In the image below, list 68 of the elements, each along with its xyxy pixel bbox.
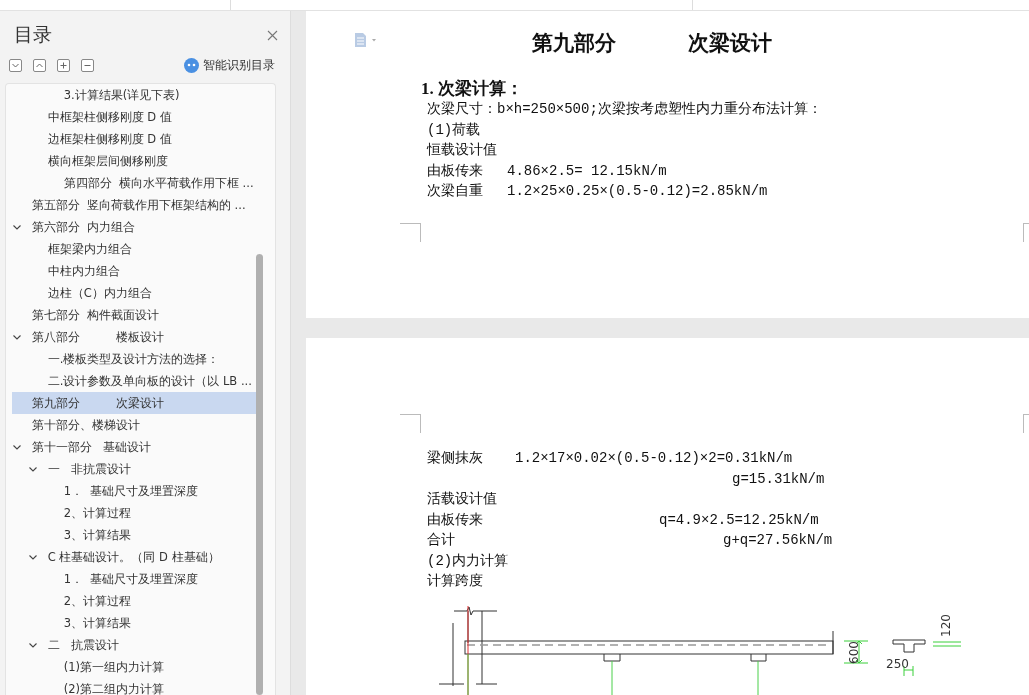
- toc-item[interactable]: 第五部分 竖向荷载作用下框架结构的 ...: [12, 194, 257, 216]
- body-text: 恒载设计值: [427, 141, 497, 160]
- toc-item[interactable]: 第八部分 楼板设计: [12, 326, 257, 348]
- body-text: 次梁自重: [427, 182, 483, 201]
- toc-item[interactable]: (1)第一组内力计算: [12, 656, 257, 678]
- toc-item[interactable]: 一.楼板类型及设计方法的选择：: [12, 348, 257, 370]
- body-text: (2)内力计算: [427, 551, 509, 571]
- chevron-icon[interactable]: [28, 464, 38, 474]
- body-text: 合计: [427, 531, 456, 550]
- toc-item[interactable]: 横向框架层间侧移刚度: [12, 150, 257, 172]
- toc-item[interactable]: 1． 基础尺寸及埋置深度: [12, 568, 257, 590]
- toc-item[interactable]: 第十部分、楼梯设计: [12, 414, 257, 436]
- toc-item[interactable]: 框架梁内力组合: [12, 238, 257, 260]
- body-text: 由板传来: [427, 510, 484, 530]
- scrollbar-thumb[interactable]: [256, 254, 263, 695]
- page-title: 次梁设计: [688, 30, 772, 57]
- formula-text: q=4.9×2.5=12.25kN/m: [658, 510, 819, 530]
- toc-item[interactable]: 2、计算过程: [12, 502, 257, 524]
- close-icon[interactable]: [267, 29, 278, 41]
- toc-item[interactable]: 3、计算结果: [12, 612, 257, 634]
- formula-text: g+q=27.56kN/m: [722, 531, 833, 550]
- formula-text: 1.2×25×0.25×(0.5-0.12)=2.85kN/m: [507, 182, 768, 201]
- smart-toc-button[interactable]: 智能识别目录: [184, 56, 275, 74]
- section-heading: 1. 次梁计算：: [421, 78, 524, 99]
- toc-item[interactable]: 2、计算过程: [12, 590, 257, 612]
- body-text: 活载设计值: [427, 490, 497, 509]
- plus-icon[interactable]: [57, 58, 70, 72]
- toc-item[interactable]: 第四部分 横向水平荷载作用下框 ...: [12, 172, 257, 194]
- crop-mark: [400, 414, 421, 433]
- body-text: 梁侧抹灰: [427, 449, 484, 468]
- chevron-icon[interactable]: [12, 442, 22, 452]
- toc-item[interactable]: 第九部分 次梁设计: [12, 392, 257, 414]
- expand-all-icon[interactable]: [33, 58, 46, 72]
- formula-text: 1.2×17×0.02×(0.5-0.12)×2=0.31kN/m: [514, 449, 793, 468]
- toc-item[interactable]: 二 抗震设计: [12, 634, 257, 656]
- toc-item[interactable]: 3.计算结果(详见下表): [12, 84, 257, 106]
- dimension-label: 250: [886, 656, 909, 671]
- toc-item[interactable]: (2)第二组内力计算: [12, 678, 257, 695]
- body-text: 由板传来: [427, 161, 483, 181]
- formula-text: g=15.31kN/m: [731, 469, 825, 489]
- formula-text: 4.86×2.5= 12.15kN/m: [507, 161, 667, 181]
- chevron-icon[interactable]: [12, 332, 22, 342]
- robot-icon: [184, 57, 199, 73]
- toc-item[interactable]: 二.设计参数及单向板的设计（以 LB ...: [12, 370, 257, 392]
- collapse-all-icon[interactable]: [9, 58, 22, 72]
- chevron-icon[interactable]: [28, 552, 38, 562]
- toc-title: 目录: [14, 22, 52, 47]
- toc-item[interactable]: 一 非抗震设计: [12, 458, 257, 480]
- body-text: 计算跨度: [427, 572, 484, 591]
- toc-item[interactable]: 第七部分 构件截面设计: [12, 304, 257, 326]
- chevron-icon[interactable]: [12, 222, 22, 232]
- toc-item[interactable]: 第六部分 内力组合: [12, 216, 257, 238]
- chevron-icon[interactable]: [28, 640, 38, 650]
- toc-item[interactable]: 1． 基础尺寸及埋置深度: [12, 480, 257, 502]
- dimension-label: 600: [847, 640, 861, 664]
- body-text: 次梁尺寸：b×h=250×500;次梁按考虑塑性内力重分布法计算：: [427, 100, 822, 119]
- toc-item[interactable]: 边柱（C）内力组合: [12, 282, 257, 304]
- toc-item[interactable]: 边框架柱侧移刚度 D 值: [12, 128, 257, 150]
- toc-item[interactable]: 中柱内力组合: [12, 260, 257, 282]
- toc-item[interactable]: 第十一部分 基础设计: [12, 436, 257, 458]
- toc-item[interactable]: C 柱基础设计。（同 D 柱基础）: [12, 546, 257, 568]
- toc-item[interactable]: 中框架柱侧移刚度 D 值: [12, 106, 257, 128]
- body-text: (1)荷载: [427, 120, 481, 140]
- crop-mark: [400, 223, 421, 242]
- dimension-label: 120: [939, 613, 953, 637]
- toc-item[interactable]: 3、计算结果: [12, 524, 257, 546]
- page-title: 第九部分: [532, 30, 616, 57]
- minus-icon[interactable]: [81, 58, 94, 72]
